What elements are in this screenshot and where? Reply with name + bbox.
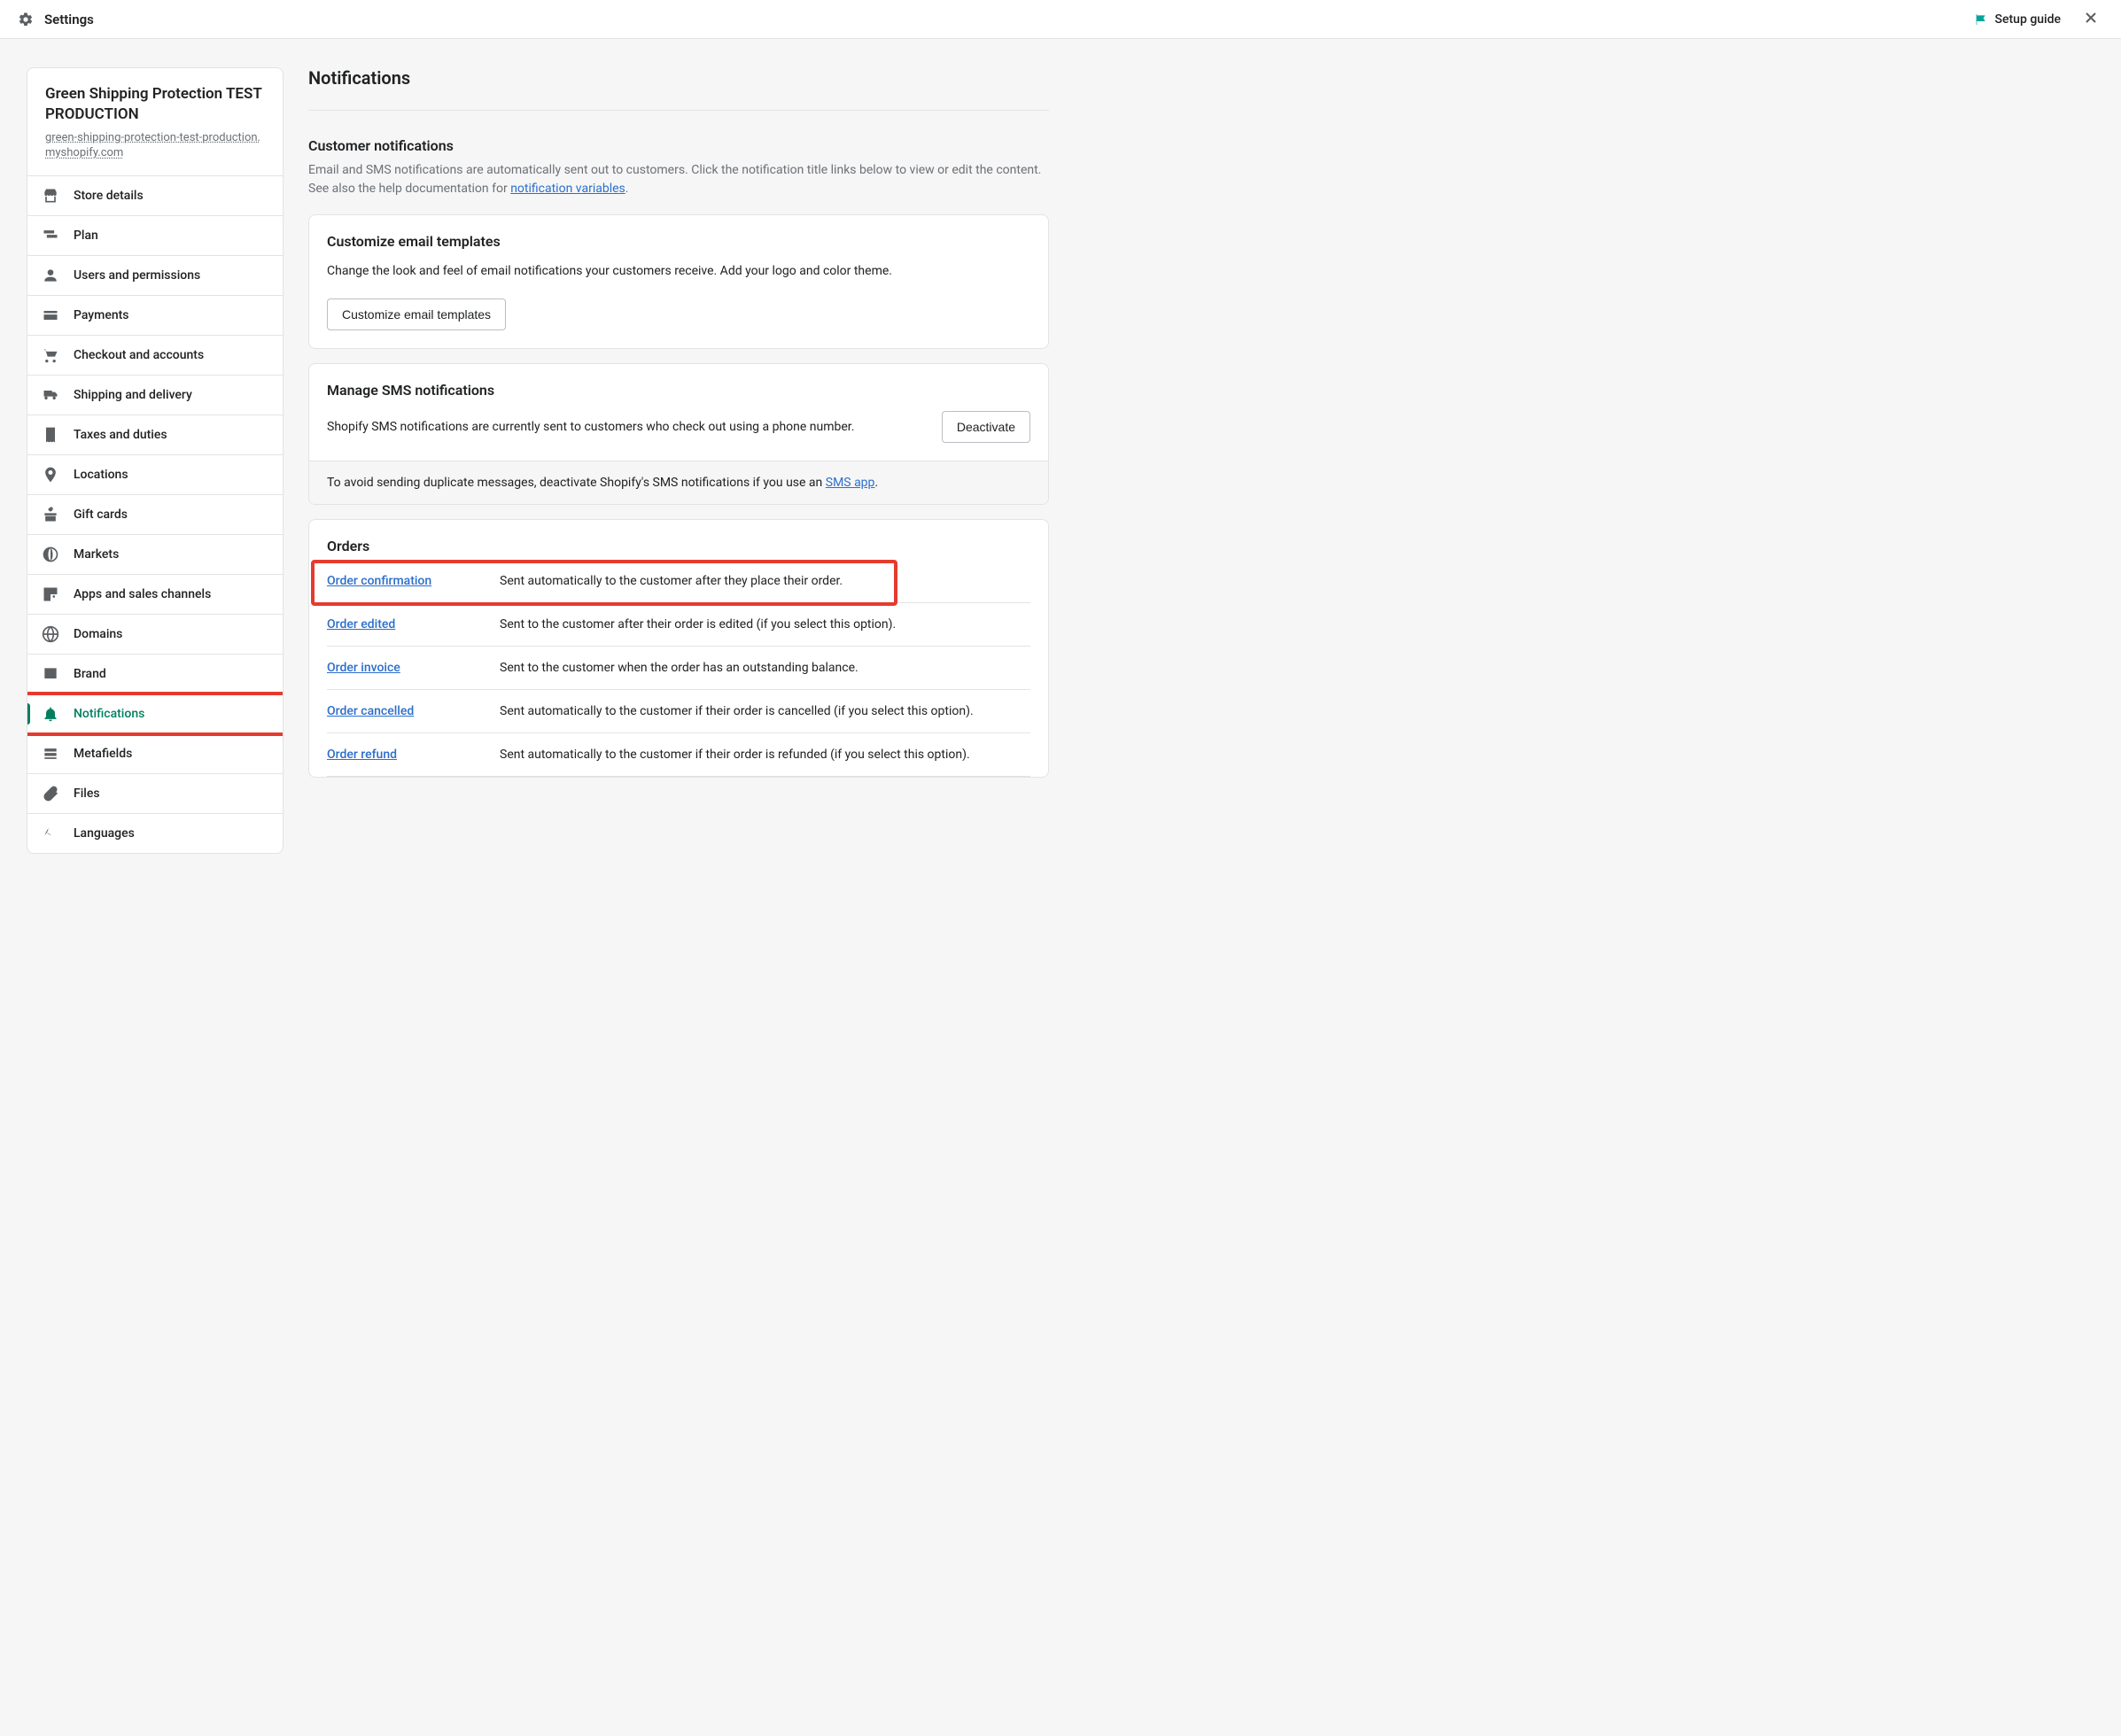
gift-icon xyxy=(42,506,59,523)
sidebar-item-label: Checkout and accounts xyxy=(74,348,204,362)
notification-variables-link[interactable]: notification variables xyxy=(510,182,625,196)
globe-icon xyxy=(42,546,59,563)
setup-guide-label: Setup guide xyxy=(1995,12,2061,27)
store-icon xyxy=(42,187,59,205)
customize-email-button[interactable]: Customize email templates xyxy=(327,298,506,330)
sidebar-item-label: Users and permissions xyxy=(74,268,200,283)
sidebar-item-locations[interactable]: Locations xyxy=(27,455,283,495)
sidebar-item-label: Payments xyxy=(74,308,129,322)
sidebar-item-label: Metafields xyxy=(74,747,132,761)
flag-icon xyxy=(1974,12,1988,27)
sidebar-item-label: Files xyxy=(74,787,100,801)
sidebar-item-label: Taxes and duties xyxy=(74,428,167,442)
page-title: Notifications xyxy=(308,67,1049,89)
order-cancelled-link[interactable]: Order cancelled xyxy=(327,704,414,718)
sms-app-link[interactable]: SMS app xyxy=(826,476,875,490)
sidebar-item-label: Domains xyxy=(74,627,122,641)
orders-title: Orders xyxy=(327,538,1030,554)
settings-sidebar: Green Shipping Protection TEST PRODUCTIO… xyxy=(27,67,284,854)
sidebar-item-users[interactable]: Users and permissions xyxy=(27,256,283,296)
user-icon xyxy=(42,267,59,284)
sidebar-item-brand[interactable]: Brand xyxy=(27,655,283,694)
order-row-refund: Order refund Sent automatically to the c… xyxy=(327,733,1030,777)
orders-card: Orders Order confirmation Sent automatic… xyxy=(308,519,1049,778)
sidebar-item-taxes[interactable]: Taxes and duties xyxy=(27,415,283,455)
sidebar-item-gift-cards[interactable]: Gift cards xyxy=(27,495,283,535)
deactivate-sms-button[interactable]: Deactivate xyxy=(942,411,1030,443)
sidebar-item-label: Apps and sales channels xyxy=(74,587,211,601)
customize-email-card: Customize email templates Change the loo… xyxy=(308,214,1049,349)
store-name: Green Shipping Protection TEST PRODUCTIO… xyxy=(45,84,265,125)
metafields-icon xyxy=(42,745,59,763)
sidebar-item-apps[interactable]: Apps and sales channels xyxy=(27,575,283,615)
sidebar-item-label: Gift cards xyxy=(74,508,128,522)
gear-icon xyxy=(18,12,34,27)
customer-notifications-heading: Customer notifications xyxy=(308,137,1049,154)
order-confirmation-link[interactable]: Order confirmation xyxy=(327,574,431,588)
attachment-icon xyxy=(42,785,59,802)
sidebar-item-metafields[interactable]: Metafields xyxy=(27,734,283,774)
card-title: Customize email templates xyxy=(327,233,1030,250)
card-icon xyxy=(42,306,59,324)
language-icon xyxy=(42,825,59,842)
sidebar-item-label: Notifications xyxy=(74,707,144,721)
card-title: Manage SMS notifications xyxy=(327,382,1030,399)
order-row-invoice: Order invoice Sent to the customer when … xyxy=(327,647,1030,690)
sidebar-item-label: Plan xyxy=(74,229,98,243)
order-row-desc: Sent to the customer when the order has … xyxy=(500,661,1030,675)
customer-notifications-desc: Email and SMS notifications are automati… xyxy=(308,161,1049,198)
order-row-confirmation: Order confirmation Sent automatically to… xyxy=(327,563,1030,603)
store-url[interactable]: green-shipping-protection-test-productio… xyxy=(45,130,265,161)
sidebar-item-label: Shipping and delivery xyxy=(74,388,192,402)
location-icon xyxy=(42,466,59,484)
sidebar-item-store-details[interactable]: Store details xyxy=(27,176,283,216)
sidebar-item-payments[interactable]: Payments xyxy=(27,296,283,336)
sidebar-item-plan[interactable]: Plan xyxy=(27,216,283,256)
sidebar-item-label: Locations xyxy=(74,468,128,482)
sidebar-item-languages[interactable]: Languages xyxy=(27,814,283,853)
sidebar-item-domains[interactable]: Domains xyxy=(27,615,283,655)
apps-icon xyxy=(42,585,59,603)
card-text: Change the look and feel of email notifi… xyxy=(327,262,1030,281)
sidebar-item-notifications[interactable]: Notifications xyxy=(27,694,283,734)
sidebar-item-label: Languages xyxy=(74,826,135,841)
sidebar-item-shipping[interactable]: Shipping and delivery xyxy=(27,376,283,415)
plan-icon xyxy=(42,227,59,244)
receipt-icon xyxy=(42,426,59,444)
cart-icon xyxy=(42,346,59,364)
brand-icon xyxy=(42,665,59,683)
sms-footer: To avoid sending duplicate messages, dea… xyxy=(309,461,1048,504)
order-row-desc: Sent to the customer after their order i… xyxy=(500,617,1030,632)
order-row-desc: Sent automatically to the customer if th… xyxy=(500,748,1030,762)
card-text: Shopify SMS notifications are currently … xyxy=(327,418,854,437)
order-row-edited: Order edited Sent to the customer after … xyxy=(327,603,1030,647)
sms-card: Manage SMS notifications Shopify SMS not… xyxy=(308,363,1049,505)
sidebar-item-checkout[interactable]: Checkout and accounts xyxy=(27,336,283,376)
order-row-desc: Sent automatically to the customer if th… xyxy=(500,704,1030,718)
close-button[interactable] xyxy=(2078,5,2103,33)
bell-icon xyxy=(42,705,59,723)
order-row-desc: Sent automatically to the customer after… xyxy=(500,574,1030,588)
truck-icon xyxy=(42,386,59,404)
sidebar-item-label: Brand xyxy=(74,667,106,681)
domain-icon xyxy=(42,625,59,643)
setup-guide-link[interactable]: Setup guide xyxy=(1974,12,2061,27)
sidebar-item-files[interactable]: Files xyxy=(27,774,283,814)
order-refund-link[interactable]: Order refund xyxy=(327,748,397,762)
sidebar-item-label: Markets xyxy=(74,547,119,562)
order-edited-link[interactable]: Order edited xyxy=(327,617,395,632)
close-icon xyxy=(2082,9,2100,27)
order-row-cancelled: Order cancelled Sent automatically to th… xyxy=(327,690,1030,733)
page-header-title: Settings xyxy=(44,12,94,27)
order-invoice-link[interactable]: Order invoice xyxy=(327,661,400,675)
sidebar-item-label: Store details xyxy=(74,189,144,203)
sidebar-item-markets[interactable]: Markets xyxy=(27,535,283,575)
